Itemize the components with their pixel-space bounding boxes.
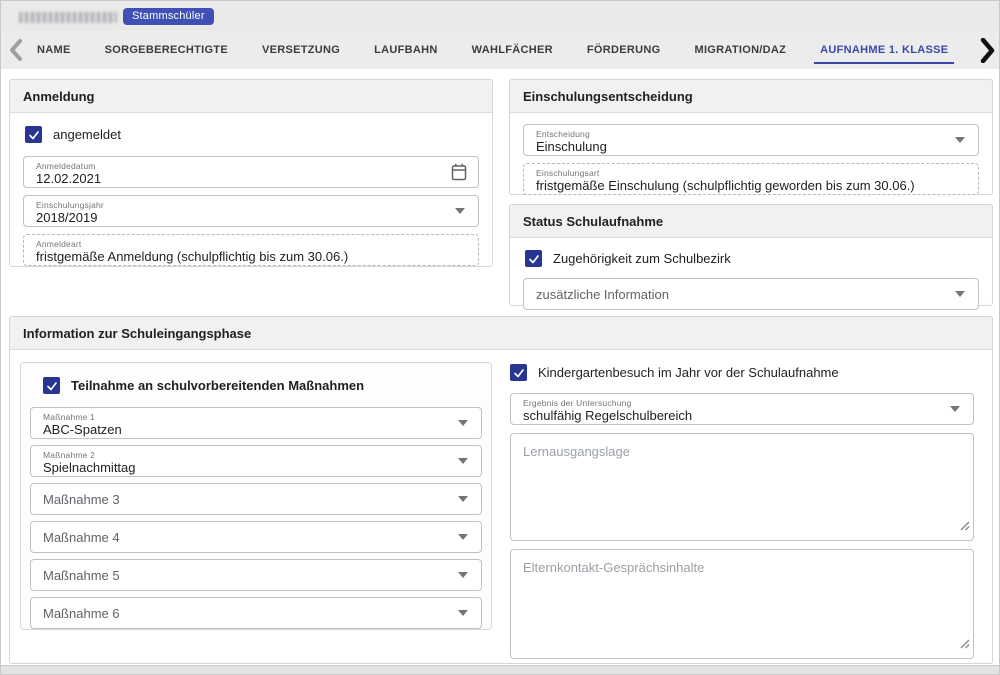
- checkbox-checked-icon: [510, 364, 527, 381]
- tab-name[interactable]: NAME: [33, 33, 75, 67]
- kindergarten-column: Kindergartenbesuch im Jahr vor der Schul…: [510, 362, 974, 659]
- student-record-window: Stammschüler NAME SORGEBERECHTIGTE VERSE…: [0, 0, 1000, 675]
- einschulungsart-label: Einschulungsart: [536, 168, 944, 178]
- angemeldet-checkbox-label: angemeldet: [53, 127, 121, 142]
- teilnahme-massnahmen-checkbox-label: Teilnahme an schulvorbereitenden Maßnahm…: [71, 378, 364, 393]
- window-bottom-edge: [1, 665, 999, 674]
- tab-laufbahn[interactable]: LAUFBAHN: [370, 33, 442, 67]
- checkbox-checked-icon: [43, 377, 60, 394]
- einschulungsentscheidung-panel-title: Einschulungsentscheidung: [510, 80, 992, 113]
- student-header-bar: Stammschüler: [1, 1, 999, 31]
- massnahme-1-label: Maßnahme 1: [43, 412, 447, 422]
- tab-foerderung[interactable]: FÖRDERUNG: [583, 33, 665, 67]
- chevron-down-icon: [458, 534, 468, 540]
- anmeldung-panel-title: Anmeldung: [10, 80, 492, 113]
- massnahme-6-select[interactable]: Maßnahme 6: [30, 597, 482, 629]
- schulvorbereitende-massnahmen-box: Teilnahme an schulvorbereitenden Maßnahm…: [20, 362, 492, 630]
- tab-list: NAME SORGEBERECHTIGTE VERSETZUNG LAUFBAH…: [33, 33, 975, 67]
- massnahme-6-placeholder: Maßnahme 6: [43, 606, 120, 621]
- tab-sorgeberechtigte[interactable]: SORGEBERECHTIGTE: [101, 33, 232, 67]
- chevron-down-icon: [458, 420, 468, 426]
- elternkontakt-textarea[interactable]: [510, 549, 974, 659]
- tab-versetzung[interactable]: VERSETZUNG: [258, 33, 344, 67]
- tab-bar: NAME SORGEBERECHTIGTE VERSETZUNG LAUFBAH…: [1, 31, 999, 69]
- chevron-down-icon: [458, 458, 468, 464]
- schulbezirk-checkbox[interactable]: Zugehörigkeit zum Schulbezirk: [525, 250, 979, 267]
- tab-migration-daz[interactable]: MIGRATION/DAZ: [690, 33, 790, 67]
- tabs-scroll-left-icon[interactable]: [9, 39, 23, 61]
- einschulungsjahr-value: 2018/2019: [36, 210, 444, 225]
- chevron-down-icon: [950, 406, 960, 412]
- stammschueler-badge: Stammschüler: [123, 8, 214, 25]
- massnahme-2-label: Maßnahme 2: [43, 450, 447, 460]
- status-schulaufnahme-panel-title: Status Schulaufnahme: [510, 205, 992, 238]
- schulbezirk-checkbox-label: Zugehörigkeit zum Schulbezirk: [553, 251, 731, 266]
- ergebnis-untersuchung-label: Ergebnis der Untersuchung: [523, 398, 939, 408]
- anmeldeart-readonly-field: Anmeldeart fristgemäße Anmeldung (schulp…: [23, 234, 479, 266]
- tab-aufnahme-1-klasse[interactable]: AUFNAHME 1. KLASSE: [816, 33, 952, 67]
- kindergartenbesuch-checkbox-label: Kindergartenbesuch im Jahr vor der Schul…: [538, 365, 839, 380]
- massnahme-2-value: Spielnachmittag: [43, 460, 447, 475]
- einschulungsjahr-select[interactable]: Einschulungsjahr 2018/2019: [23, 195, 479, 227]
- chevron-down-icon: [458, 572, 468, 578]
- ergebnis-untersuchung-value: schulfähig Regelschulbereich: [523, 408, 939, 423]
- checkbox-checked-icon: [525, 250, 542, 267]
- massnahme-1-value: ABC-Spatzen: [43, 422, 447, 437]
- chevron-down-icon: [458, 496, 468, 502]
- massnahme-1-select[interactable]: Maßnahme 1 ABC-Spatzen: [30, 407, 482, 439]
- anmeldedatum-label: Anmeldedatum: [36, 161, 444, 171]
- entscheidung-label: Entscheidung: [536, 129, 944, 139]
- einschulungsart-readonly-field: Einschulungsart fristgemäße Einschulung …: [523, 163, 979, 195]
- anmeldeart-label: Anmeldeart: [36, 239, 444, 249]
- entscheidung-value: Einschulung: [536, 139, 944, 154]
- resize-handle-icon[interactable]: [959, 518, 970, 536]
- massnahme-3-placeholder: Maßnahme 3: [43, 492, 120, 507]
- chevron-down-icon: [955, 291, 965, 297]
- einschulungsart-value: fristgemäße Einschulung (schulpflichtig …: [536, 178, 944, 193]
- massnahme-2-select[interactable]: Maßnahme 2 Spielnachmittag: [30, 445, 482, 477]
- schuleingangsphase-panel: Information zur Schuleingangsphase Teiln…: [9, 316, 993, 664]
- checkbox-checked-icon: [25, 126, 42, 143]
- lernausgangslage-textarea[interactable]: [510, 433, 974, 541]
- chevron-down-icon: [458, 610, 468, 616]
- anmeldedatum-value: 12.02.2021: [36, 171, 444, 186]
- calendar-icon[interactable]: [451, 163, 467, 186]
- angemeldet-checkbox[interactable]: angemeldet: [25, 126, 479, 143]
- tab-wahlfaecher[interactable]: WAHLFÄCHER: [468, 33, 557, 67]
- anmeldung-panel: Anmeldung angemeldet Anmeldedatum 12.02.…: [9, 79, 493, 267]
- anmeldedatum-date-field[interactable]: Anmeldedatum 12.02.2021: [23, 156, 479, 188]
- tabs-scroll-right-icon[interactable]: [977, 38, 996, 68]
- schuleingangsphase-panel-title: Information zur Schuleingangsphase: [10, 317, 992, 350]
- zusaetzliche-information-placeholder: zusätzliche Information: [536, 287, 669, 302]
- anmeldeart-value: fristgemäße Anmeldung (schulpflichtig bi…: [36, 249, 444, 264]
- massnahme-4-placeholder: Maßnahme 4: [43, 530, 120, 545]
- resize-handle-icon[interactable]: [959, 636, 970, 654]
- teilnahme-massnahmen-checkbox[interactable]: Teilnahme an schulvorbereitenden Maßnahm…: [43, 377, 477, 394]
- entscheidung-select[interactable]: Entscheidung Einschulung: [523, 124, 979, 156]
- massnahme-3-select[interactable]: Maßnahme 3: [30, 483, 482, 515]
- massnahme-5-select[interactable]: Maßnahme 5: [30, 559, 482, 591]
- status-schulaufnahme-panel: Status Schulaufnahme Zugehörigkeit zum S…: [509, 204, 993, 306]
- massnahme-5-placeholder: Maßnahme 5: [43, 568, 120, 583]
- einschulungsjahr-label: Einschulungsjahr: [36, 200, 444, 210]
- chevron-down-icon: [455, 208, 465, 214]
- chevron-down-icon: [955, 137, 965, 143]
- ergebnis-untersuchung-select[interactable]: Ergebnis der Untersuchung schulfähig Reg…: [510, 393, 974, 425]
- student-name-redacted: [19, 12, 117, 23]
- kindergartenbesuch-checkbox[interactable]: Kindergartenbesuch im Jahr vor der Schul…: [510, 364, 974, 381]
- zusaetzliche-information-select[interactable]: zusätzliche Information: [523, 278, 979, 310]
- massnahme-4-select[interactable]: Maßnahme 4: [30, 521, 482, 553]
- einschulungsentscheidung-panel: Einschulungsentscheidung Entscheidung Ei…: [509, 79, 993, 195]
